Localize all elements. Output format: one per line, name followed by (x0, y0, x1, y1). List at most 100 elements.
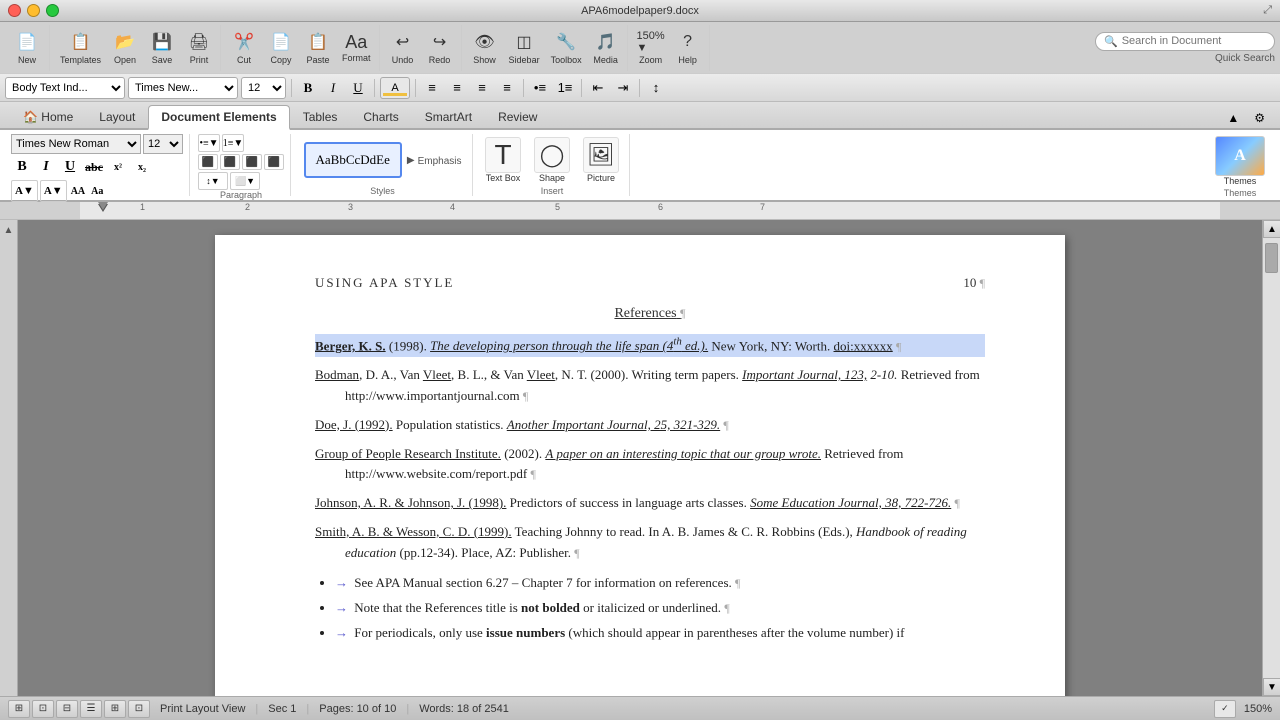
tab-smartart[interactable]: SmartArt (412, 105, 485, 128)
ribbon-line-spacing-button[interactable]: ↕▼ (198, 172, 228, 190)
ribbon-bold-button[interactable]: B (11, 156, 33, 178)
ribbon-strikethrough-button[interactable]: abc (83, 156, 105, 178)
line-spacing-button[interactable]: ↕ (645, 77, 667, 99)
print-button[interactable]: 🖨 Print (181, 28, 217, 67)
toolbox-button[interactable]: 🔧 Toolbox (546, 28, 587, 67)
italic-button[interactable]: I (322, 77, 344, 99)
scroll-up-button[interactable]: ▲ (1263, 220, 1280, 238)
collapse-ribbon-button[interactable]: ▲ (1222, 109, 1244, 128)
search-input-wrapper[interactable]: 🔍 (1095, 32, 1275, 51)
scroll-up-button[interactable]: ▲ (4, 225, 14, 236)
font-size-selector[interactable]: 12 (241, 77, 286, 99)
underline-button[interactable]: U (347, 77, 369, 99)
zoom-button[interactable]: 150% ▼ Zoom (633, 28, 669, 67)
minimize-button[interactable] (27, 4, 40, 17)
right-scrollbar[interactable]: ▲ ▼ (1262, 220, 1280, 696)
ribbon-font-color-button[interactable]: A▼ (11, 180, 38, 202)
format-label: Format (342, 53, 371, 63)
ribbon-justify-button[interactable]: ⬛ (264, 154, 284, 170)
show-button[interactable]: 👁 Show (467, 28, 503, 67)
picture-button[interactable]: 🖼 Picture (579, 135, 623, 185)
search-input[interactable] (1122, 35, 1266, 47)
tab-layout[interactable]: Layout (86, 105, 148, 128)
ribbon-underline-button[interactable]: U (59, 156, 81, 178)
format-button[interactable]: Aa Format (337, 30, 376, 65)
media-button[interactable]: 🎵 Media (588, 28, 624, 67)
ruler-marks[interactable]: 1 2 3 4 5 6 7 (80, 202, 1220, 219)
view-btn-5[interactable]: ⊞ (104, 700, 126, 718)
reference-smith: Smith, A. B. & Wesson, C. D. (1999). Tea… (315, 522, 985, 564)
scroll-track[interactable] (1263, 238, 1280, 678)
ribbon-align-left-button[interactable]: ⬛ (198, 154, 218, 170)
bold-button[interactable]: B (297, 77, 319, 99)
scroll-down-button[interactable]: ▼ (1263, 678, 1280, 696)
justify-button[interactable]: ≡ (496, 77, 518, 99)
tab-document-elements[interactable]: Document Elements (148, 105, 289, 130)
templates-button[interactable]: 📋 Templates (55, 28, 106, 67)
view-btn-4[interactable]: ☰ (80, 700, 102, 718)
open-button[interactable]: 📂 Open (107, 28, 143, 67)
ribbon-align-right-button[interactable]: ⬛ (242, 154, 262, 170)
new-button[interactable]: 📄 New (9, 28, 45, 67)
tab-home[interactable]: 🏠 Home (10, 105, 86, 128)
close-button[interactable] (8, 4, 21, 17)
ribbon-shading-button[interactable]: ⬜▼ (230, 172, 260, 190)
style-selector[interactable]: Body Text Ind... (5, 77, 125, 99)
highlight-button[interactable]: A (380, 77, 410, 99)
ribbon-text-highlight-button[interactable]: A▼ (40, 180, 67, 202)
ribbon-subscript-button[interactable]: x₂ (131, 156, 153, 178)
ribbon-styles-section: AaBbCcDdEe ▶ Emphasis Styles (293, 134, 473, 196)
indent-marker[interactable] (98, 202, 108, 210)
indent-decrease-button[interactable]: ⇤ (587, 77, 609, 99)
font-selector[interactable]: Times New... (128, 77, 238, 99)
save-button[interactable]: 💾 Save (144, 28, 180, 67)
ribbon-superscript-button[interactable]: x² (107, 156, 129, 178)
view-btn-3[interactable]: ⊟ (56, 700, 78, 718)
indent-increase-button[interactable]: ⇥ (612, 77, 634, 99)
document-scroll-area[interactable]: USING APA STYLE 10 ¶ References ¶ Berger… (18, 220, 1262, 696)
picture-icon: 🖼 (583, 137, 619, 173)
view-btn-2[interactable]: ⊡ (32, 700, 54, 718)
window-controls[interactable] (8, 4, 59, 17)
scroll-thumb[interactable] (1265, 243, 1278, 273)
settings-button[interactable]: ⚙ (1249, 109, 1270, 128)
copy-button[interactable]: 📄 Copy (263, 28, 299, 67)
undo-button[interactable]: ↩ Undo (385, 28, 421, 67)
align-right-button[interactable]: ≡ (471, 77, 493, 99)
ruler-mark-1: 1 (140, 202, 145, 212)
textbox-button[interactable]: T Text Box (481, 135, 525, 185)
separator2 (374, 79, 375, 97)
undo-redo-group: ↩ Undo ↪ Redo (382, 25, 462, 71)
ribbon-case-button[interactable]: Aa (89, 180, 105, 202)
align-left-button[interactable]: ≡ (421, 77, 443, 99)
tab-tables[interactable]: Tables (290, 105, 351, 128)
tab-review[interactable]: Review (485, 105, 550, 128)
bullet-list-button[interactable]: •≡ (529, 77, 551, 99)
align-center-button[interactable]: ≡ (446, 77, 468, 99)
themes-button[interactable]: A Themes (1211, 134, 1269, 188)
ribbon-font-selector[interactable]: Times New Roman (11, 134, 141, 154)
tab-charts[interactable]: Charts (350, 105, 411, 128)
maximize-button[interactable] (46, 4, 59, 17)
ribbon-italic-button[interactable]: I (35, 156, 57, 178)
help-button[interactable]: ? Help (670, 28, 706, 67)
numbered-list-button[interactable]: 1≡ (554, 77, 576, 99)
resize-icon[interactable]: ⤢ (1263, 4, 1272, 17)
ribbon-font-size-selector[interactable]: 12 (143, 134, 183, 154)
ribbon-numbered-list-button[interactable]: 1≡▼ (222, 134, 244, 152)
view-btn-6[interactable]: ⊡ (128, 700, 150, 718)
view-btn-1[interactable]: ⊞ (8, 700, 30, 718)
view-mode-buttons: ⊞ ⊡ ⊟ ☰ ⊞ ⊡ (8, 700, 150, 718)
spelling-button[interactable]: ✓ (1214, 700, 1236, 718)
shape-button[interactable]: ◯ Shape (530, 135, 574, 185)
sidebar-button[interactable]: ◫ Sidebar (504, 28, 545, 67)
ribbon-align-center-button[interactable]: ⬛ (220, 154, 240, 170)
paste-button[interactable]: 📋 Paste (300, 28, 336, 67)
cut-button[interactable]: ✂️ Cut (226, 28, 262, 67)
ribbon-aa-button[interactable]: AA (69, 180, 87, 202)
emphasis-style-sample[interactable]: AaBbCcDdEe (304, 142, 402, 178)
redo-button[interactable]: ↪ Redo (422, 28, 458, 67)
style-scroll-arrow[interactable]: ▶ (407, 155, 415, 166)
ribbon-bullet-list-button[interactable]: •≡▼ (198, 134, 220, 152)
print-layout-label: Print Layout View (160, 703, 245, 715)
